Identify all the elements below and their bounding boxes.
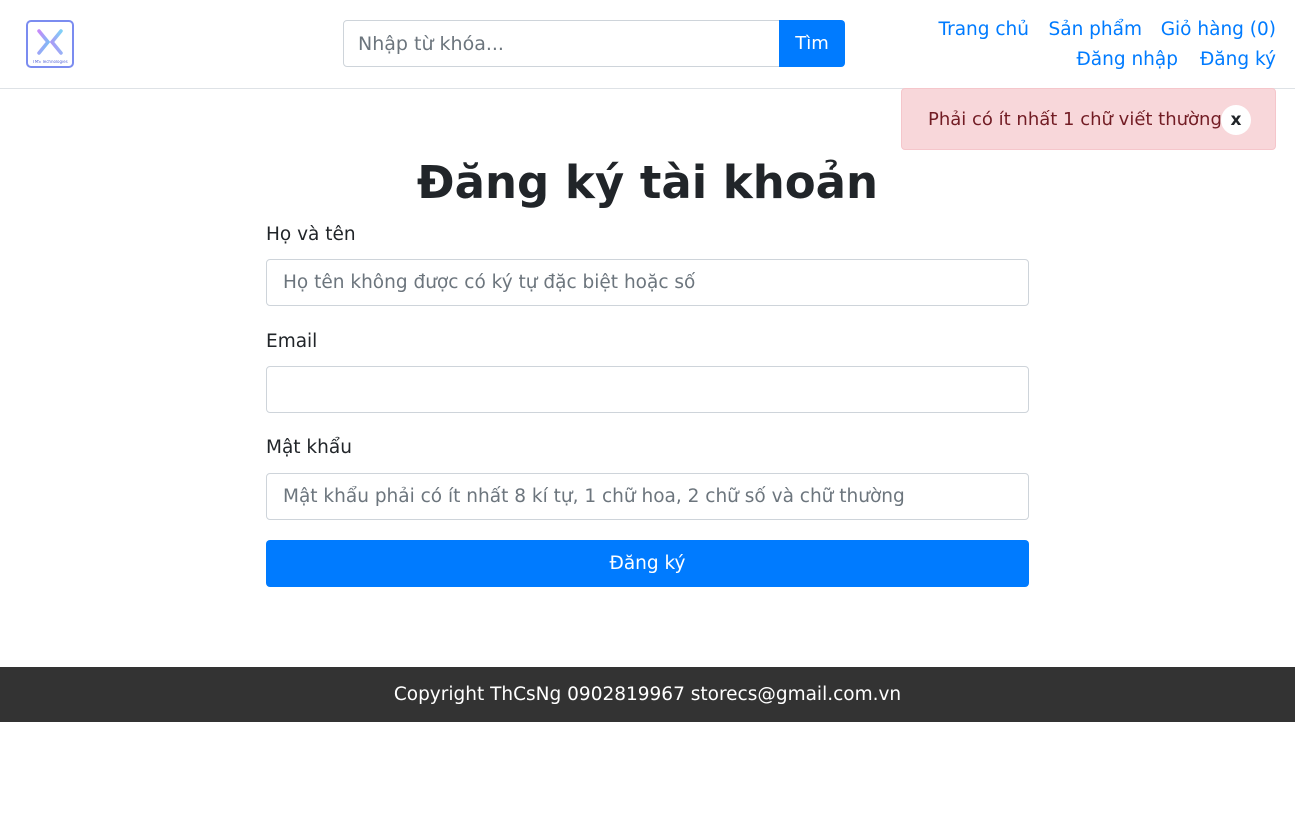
page-title: Đăng ký tài khoản	[416, 156, 879, 209]
navbar: TMS Technologies Tìm Trang chủ Sản phẩm …	[0, 0, 1295, 89]
logo-text: TMS Technologies	[32, 60, 68, 64]
nav-link-register[interactable]: Đăng ký	[1200, 49, 1276, 71]
nav-link-home[interactable]: Trang chủ	[939, 19, 1030, 41]
alert-message: Phải có ít nhất 1 chữ viết thường	[928, 109, 1222, 130]
nav-link-cart[interactable]: Giỏ hàng (0)	[1161, 19, 1276, 41]
logo[interactable]: TMS Technologies	[26, 20, 74, 68]
password-field[interactable]	[266, 473, 1029, 520]
name-label: Họ và tên	[266, 224, 356, 245]
footer: Copyright ThCsNg 0902819967 storecs@gmai…	[0, 667, 1295, 722]
error-alert: Phải có ít nhất 1 chữ viết thường x	[901, 88, 1276, 150]
email-field[interactable]	[266, 366, 1029, 413]
footer-copyright: Copyright ThCsNg 0902819967 storecs@gmai…	[393, 684, 902, 705]
email-label: Email	[266, 331, 318, 352]
alert-close-button[interactable]: x	[1221, 105, 1251, 135]
name-field[interactable]	[266, 259, 1029, 306]
nav-link-login[interactable]: Đăng nhập	[1076, 49, 1178, 71]
search-button[interactable]: Tìm	[779, 20, 845, 67]
nav-link-products[interactable]: Sản phẩm	[1048, 19, 1142, 41]
password-label: Mật khẩu	[266, 437, 352, 458]
register-submit-button[interactable]: Đăng ký	[266, 540, 1029, 587]
search-input[interactable]	[343, 20, 780, 67]
